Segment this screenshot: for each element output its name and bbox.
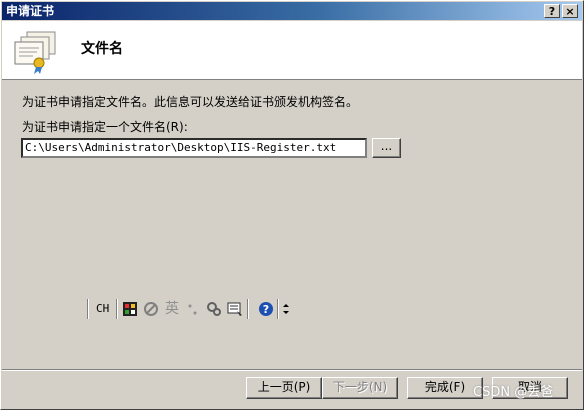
next-button[interactable]: 下一步(N) [322, 377, 398, 399]
title-bar[interactable]: 申请证书 ? × [2, 2, 582, 20]
soft-keyboard-icon[interactable] [227, 301, 243, 317]
ime-disable-icon[interactable] [143, 301, 159, 317]
dialog-window: 申请证书 ? × 文件名 为证书申请指定文件名。此信息可以发送给证书颁发机构签名… [0, 0, 584, 410]
page-title: 文件名 [81, 41, 123, 57]
english-mode-icon[interactable]: 英 [164, 301, 180, 317]
ime-separator [247, 299, 248, 319]
prev-button[interactable]: 上一页(P) [246, 377, 322, 399]
ime-toolbar: CH 英 ? [87, 298, 299, 320]
ime-keyboard-icon[interactable] [122, 301, 138, 317]
watermark-text: CSDN @丢爸 [473, 385, 554, 400]
description-text: 为证书申请指定文件名。此信息可以发送给证书颁发机构签名。 [22, 95, 359, 109]
options-icon[interactable] [282, 301, 290, 317]
browse-button[interactable]: ... [372, 138, 401, 158]
help-icon[interactable]: ? [258, 301, 274, 317]
wizard-header: 文件名 [2, 21, 582, 80]
ime-language-label[interactable]: CH [96, 302, 109, 315]
close-button[interactable]: × [562, 4, 578, 18]
svg-text:?: ? [263, 303, 269, 316]
ime-separator [116, 299, 117, 319]
finish-button[interactable]: 完成(F) [407, 377, 483, 399]
punctuation-icon[interactable] [185, 301, 201, 317]
footer-divider [2, 369, 582, 371]
ime-separator [87, 299, 88, 319]
help-button[interactable]: ? [544, 4, 560, 18]
certificate-icon [14, 31, 56, 74]
ime-separator [277, 299, 278, 319]
window-title: 申请证书 [6, 4, 55, 18]
filename-label: 为证书申请指定一个文件名(R): [22, 120, 188, 134]
filename-input[interactable]: C:\Users\Administrator\Desktop\IIS-Regis… [21, 138, 367, 158]
settings-icon[interactable] [206, 301, 222, 317]
